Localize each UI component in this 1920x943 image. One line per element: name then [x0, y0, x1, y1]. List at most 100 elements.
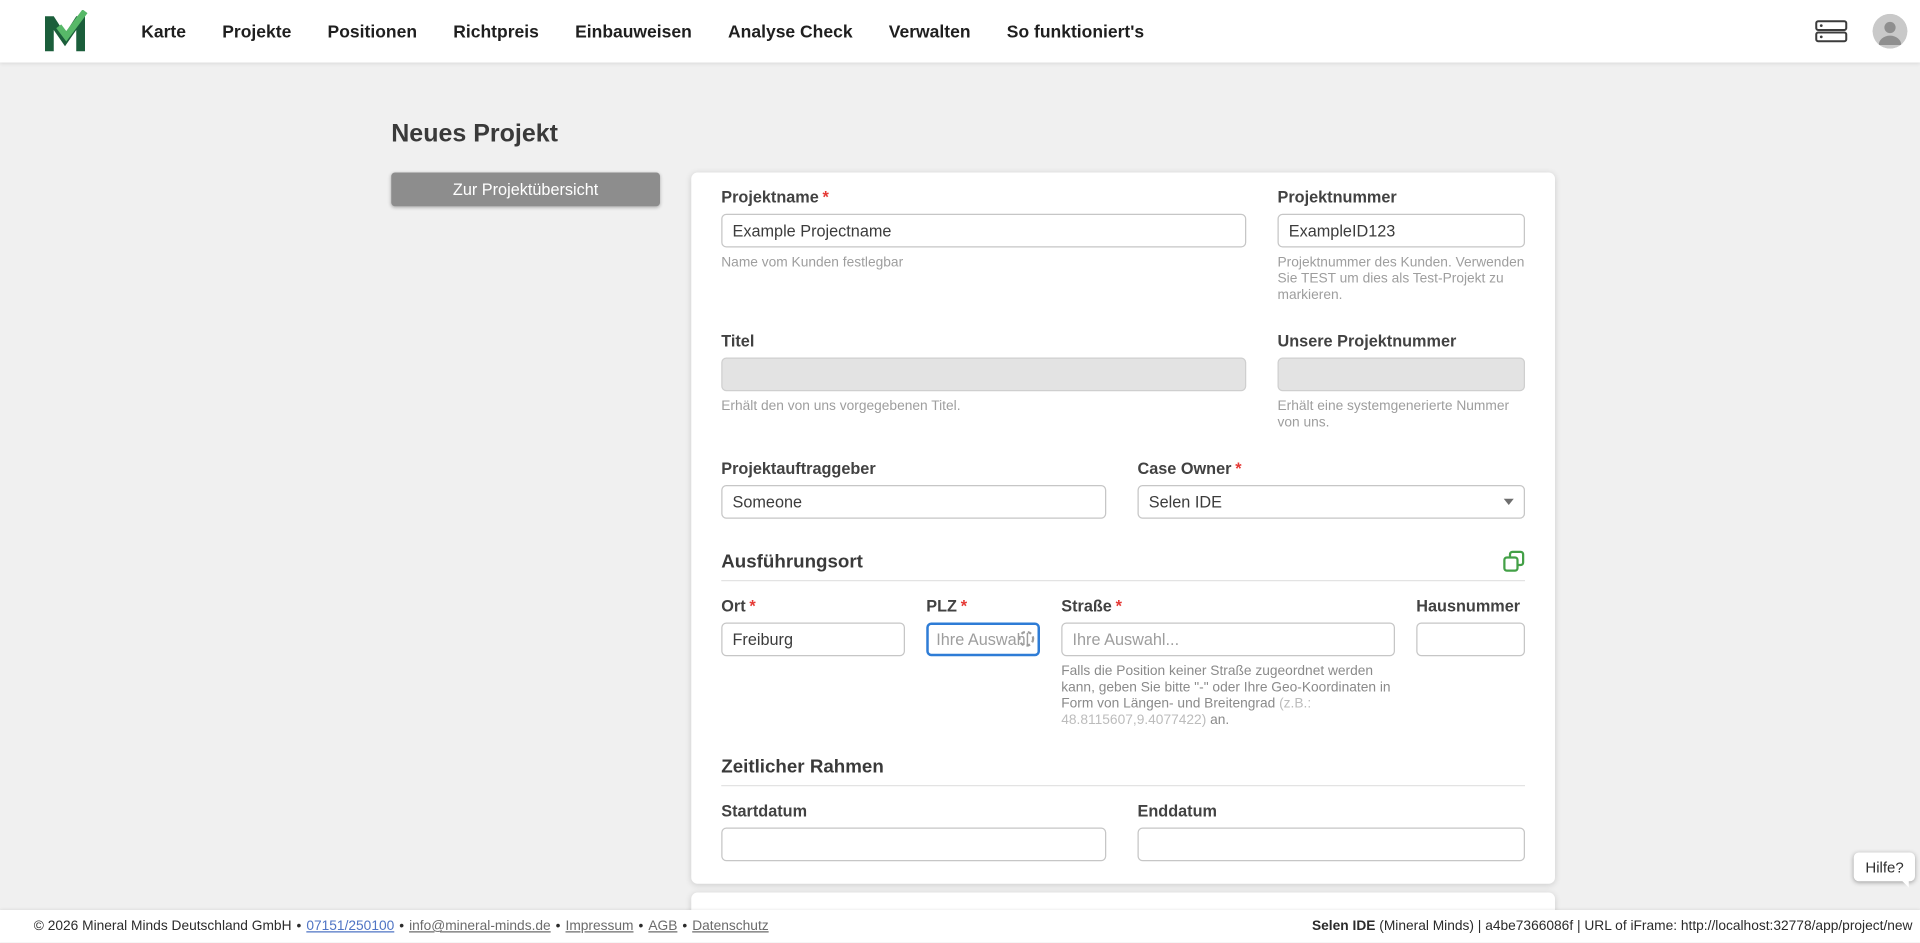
case-owner-select[interactable]: Selen IDE	[1137, 485, 1525, 519]
titel-label: Titel	[721, 331, 755, 350]
required-marker: *	[960, 596, 968, 615]
required-marker: *	[1235, 458, 1242, 478]
nav-item-analyse-check[interactable]: Analyse Check	[728, 21, 853, 41]
hausnummer-input[interactable]	[1416, 622, 1525, 657]
field-unsere-projektnummer: Unsere Projektnummer Erhält eine systemg…	[1277, 331, 1525, 431]
required-marker: *	[1115, 596, 1122, 615]
unsere-projektnummer-label: Unsere Projektnummer	[1277, 331, 1457, 350]
nav-item-positionen[interactable]: Positionen	[328, 21, 417, 41]
form-row-auftraggeber-owner: Projektauftraggeber Case Owner* Selen ID…	[721, 459, 1525, 519]
nav-item-so-funktionierts[interactable]: So funktioniert's	[1007, 21, 1144, 41]
form-row-dates: Startdatum Enddatum	[721, 801, 1525, 862]
startdatum-input[interactable]	[721, 827, 1107, 862]
field-strasse: Straße* Falls die Position keiner Straße…	[1061, 596, 1395, 729]
agb-link[interactable]: AGB	[648, 919, 677, 934]
nav-right-actions	[1815, 13, 1908, 49]
mineral-minds-logo-icon	[45, 10, 88, 52]
nav-item-karte[interactable]: Karte	[141, 21, 186, 41]
field-hausnummer: Hausnummer	[1416, 596, 1525, 729]
section-zeitlicher-rahmen-header: Zeitlicher Rahmen	[721, 754, 1525, 779]
phone-link[interactable]: 07151/250100	[306, 919, 394, 934]
ort-input[interactable]	[721, 622, 905, 657]
ort-label-text: Ort	[721, 596, 746, 615]
separator: •	[296, 918, 302, 934]
required-marker: *	[822, 187, 829, 207]
project-form-card: Projektname* Name vom Kunden festlegbar …	[691, 172, 1555, 884]
session-info: Selen IDE (Mineral Minds) | a4be7366086f…	[1312, 919, 1913, 934]
session-user: Selen IDE	[1311, 918, 1376, 934]
startdatum-label: Startdatum	[721, 801, 808, 820]
top-nav: Karte Projekte Positionen Richtpreis Ein…	[0, 0, 1920, 63]
field-projektauftraggeber: Projektauftraggeber	[721, 458, 1107, 519]
field-projektname: Projektname* Name vom Kunden festlegbar	[721, 188, 1247, 304]
projektname-input[interactable]	[721, 213, 1247, 248]
field-startdatum: Startdatum	[721, 801, 1107, 862]
email-link[interactable]: info@mineral-minds.de	[409, 919, 551, 934]
form-row-name-number: Projektname* Name vom Kunden festlegbar …	[721, 188, 1525, 304]
footer: © 2026 Mineral Minds Deutschland GmbH • …	[0, 910, 1920, 943]
main-nav: Karte Projekte Positionen Richtpreis Ein…	[141, 21, 1144, 41]
strasse-hint-suffix: an.	[1206, 712, 1230, 728]
nav-item-richtpreis[interactable]: Richtpreis	[453, 21, 539, 41]
field-case-owner: Case Owner * Selen IDE	[1137, 458, 1525, 519]
nav-item-verwalten[interactable]: Verwalten	[889, 21, 971, 41]
plz-label: PLZ *	[926, 596, 1040, 615]
projektauftraggeber-input[interactable]	[721, 485, 1107, 519]
divider	[721, 580, 1525, 582]
projektnummer-input[interactable]	[1277, 213, 1525, 248]
impressum-link[interactable]: Impressum	[566, 919, 634, 934]
brand-logo[interactable]	[43, 10, 88, 53]
avatar[interactable]	[1872, 13, 1908, 49]
enddatum-input[interactable]	[1137, 827, 1525, 862]
app-window: Karte Projekte Positionen Richtpreis Ein…	[0, 0, 1920, 943]
form-row-location: Ort* PLZ* Straße* Falls die Position kei…	[721, 596, 1525, 729]
help-button[interactable]: Hilfe?	[1854, 852, 1915, 888]
separator: •	[555, 918, 561, 934]
strasse-label: Straße *	[1061, 596, 1395, 615]
case-owner-label-text: Case Owner	[1137, 458, 1232, 478]
copy-icon[interactable]	[1503, 550, 1526, 573]
projektnummer-hint: Projektnummer des Kunden. Verwenden Sie …	[1277, 255, 1525, 303]
nav-item-projekte[interactable]: Projekte	[222, 21, 291, 41]
unsere-projektnummer-hint: Erhält eine systemgenerierte Nummer von …	[1277, 398, 1510, 430]
field-ort: Ort *	[721, 596, 905, 729]
divider	[721, 785, 1525, 787]
datenschutz-link[interactable]: Datenschutz	[692, 919, 768, 934]
copyright-text: © 2026 Mineral Minds Deutschland GmbH	[33, 918, 292, 934]
chevron-down-icon	[1503, 498, 1514, 505]
loading-spinner-icon	[1018, 630, 1035, 647]
required-marker: *	[749, 596, 756, 615]
strasse-input[interactable]	[1061, 622, 1395, 657]
projektauftraggeber-label: Projektauftraggeber	[721, 458, 876, 478]
field-titel: Titel Erhält den von uns vorgegebenen Ti…	[721, 331, 1247, 431]
strasse-label-text: Straße	[1061, 596, 1112, 615]
titel-hint: Erhält den von uns vorgegebenen Titel.	[721, 398, 961, 414]
projektnummer-label: Projektnummer	[1277, 187, 1397, 207]
strasse-hint-main: Falls die Position keiner Straße zugeord…	[1061, 663, 1391, 712]
separator: •	[682, 918, 688, 934]
projektname-hint: Name vom Kunden festlegbar	[721, 255, 904, 270]
case-owner-value: Selen IDE	[1148, 492, 1222, 512]
field-projektnummer: Projektnummer Projektnummer des Kunden. …	[1277, 187, 1525, 304]
form-row-titel-unsere: Titel Erhält den von uns vorgegebenen Ti…	[721, 331, 1525, 431]
field-plz: PLZ *	[926, 596, 1040, 729]
separator: •	[638, 918, 644, 934]
back-to-projects-button[interactable]: Zur Projektübersicht	[391, 172, 660, 207]
section-ausfuehrungsort-header: Ausführungsort	[721, 549, 1525, 574]
strasse-hint: Falls die Position keiner Straße zugeord…	[1061, 664, 1395, 729]
nav-item-einbauweisen[interactable]: Einbauweisen	[575, 21, 692, 41]
projektname-label: Projektname *	[721, 188, 1246, 207]
section-title-ausfuehrungsort: Ausführungsort	[721, 550, 863, 572]
separator: •	[399, 918, 405, 934]
unsere-projektnummer-input	[1277, 357, 1525, 392]
titel-input	[721, 357, 1247, 392]
session-details: (Mineral Minds) | a4be7366086f | URL of …	[1375, 918, 1913, 934]
page-title: Neues Projekt	[391, 120, 558, 148]
footer-left: © 2026 Mineral Minds Deutschland GmbH • …	[34, 919, 769, 934]
ort-label: Ort *	[721, 596, 905, 615]
plz-input-wrapper	[926, 622, 1040, 657]
plz-label-text: PLZ	[926, 596, 957, 615]
field-enddatum: Enddatum	[1137, 801, 1525, 862]
server-icon[interactable]	[1815, 20, 1848, 43]
section-title-zeitlicher-rahmen: Zeitlicher Rahmen	[721, 755, 884, 777]
